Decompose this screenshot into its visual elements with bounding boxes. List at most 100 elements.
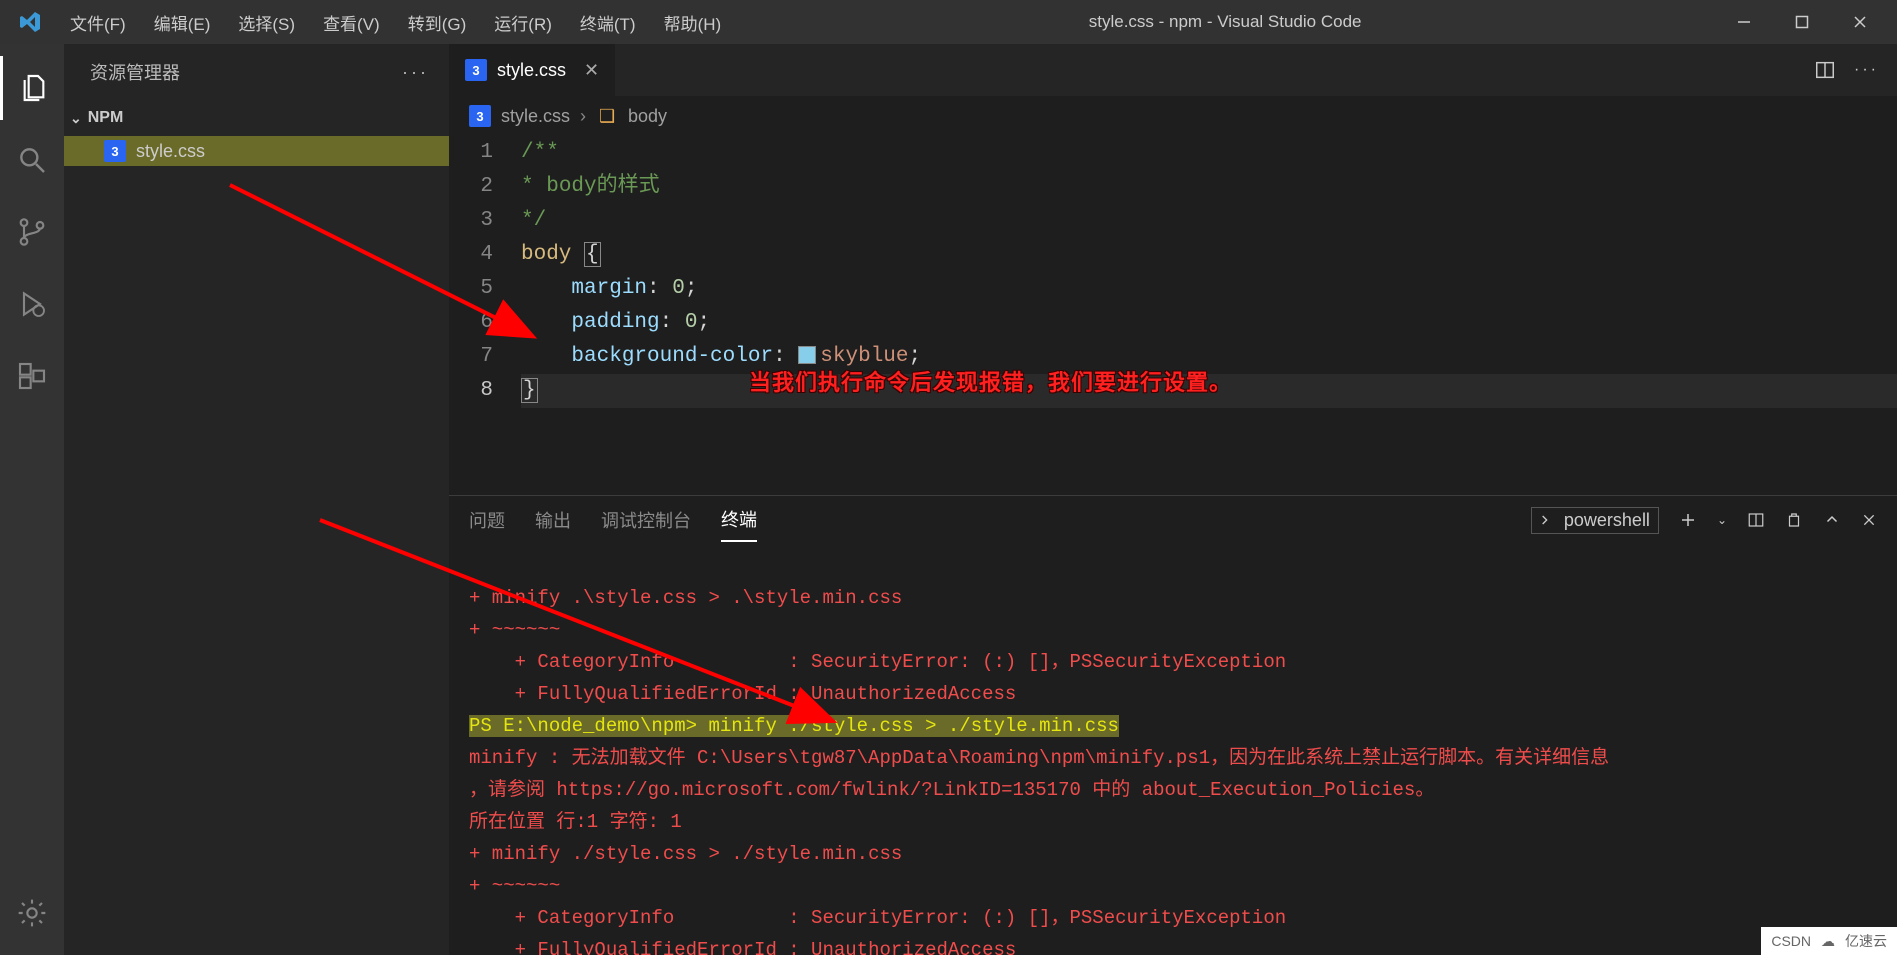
menu-view[interactable]: 查看(V) [309, 4, 394, 41]
extensions-icon [16, 360, 48, 392]
vscode-logo-icon [16, 8, 44, 36]
css-file-icon: 3 [469, 105, 491, 127]
panel-tab-debug-console[interactable]: 调试控制台 [601, 499, 691, 541]
window-title: style.css - npm - Visual Studio Code [735, 12, 1715, 32]
tab-close-button[interactable]: ✕ [584, 60, 599, 81]
terminal-line: + FullyQualifiedErrorId : UnauthorizedAc… [469, 683, 1016, 705]
menu-help[interactable]: 帮助(H) [650, 4, 736, 41]
activity-settings[interactable] [0, 881, 64, 945]
editor-tabs: 3 style.css ✕ ··· [449, 44, 1897, 96]
menu-goto[interactable]: 转到(G) [394, 4, 481, 41]
bottom-panel: 问题 输出 调试控制台 终端 powershell ⌄ [449, 495, 1897, 955]
terminal-shell-indicator[interactable]: powershell [1531, 507, 1659, 534]
explorer-more-icon[interactable]: ··· [402, 62, 429, 83]
more-actions-icon[interactable]: ··· [1854, 61, 1879, 79]
code-text: 0 [672, 277, 685, 300]
terminal-line: + CategoryInfo : SecurityError: (:) []，P… [469, 907, 1286, 929]
activity-bar [0, 44, 64, 955]
window-maximize-button[interactable] [1773, 0, 1831, 44]
file-tree-item[interactable]: 3 style.css [64, 136, 449, 166]
code-text: padding [571, 311, 659, 334]
title-bar: 文件(F) 编辑(E) 选择(S) 查看(V) 转到(G) 运行(R) 终端(T… [0, 0, 1897, 44]
panel-tab-terminal[interactable]: 终端 [721, 498, 757, 542]
menu-terminal[interactable]: 终端(T) [566, 4, 650, 41]
line-number-gutter: 12345678 [449, 136, 521, 495]
file-name: style.css [136, 141, 205, 162]
folder-name: NPM [88, 109, 124, 127]
editor-group: 3 style.css ✕ ··· 3 style.css › ❑ body 1… [449, 44, 1897, 955]
activity-source-control[interactable] [0, 200, 64, 264]
css-file-icon: 3 [104, 140, 126, 162]
watermark-yisu: 亿速云 [1845, 931, 1887, 951]
chevron-down-icon: ⌄ [70, 110, 82, 127]
terminal-line: minify : [469, 747, 572, 769]
gear-icon [16, 897, 48, 929]
explorer-header: 资源管理器 ··· [64, 44, 449, 100]
window-controls [1715, 0, 1889, 44]
terminal-line: + FullyQualifiedErrorId : UnauthorizedAc… [469, 939, 1016, 955]
color-swatch-icon [798, 346, 816, 364]
branch-icon [16, 216, 48, 248]
symbol-icon: ❑ [596, 105, 618, 127]
terminal-maximize-button[interactable] [1823, 511, 1841, 529]
folder-section-header[interactable]: ⌄ NPM [64, 100, 449, 136]
files-icon [18, 72, 50, 104]
explorer-sidebar: 资源管理器 ··· ⌄ NPM 3 style.css [64, 44, 449, 955]
activity-extensions[interactable] [0, 344, 64, 408]
menu-run[interactable]: 运行(R) [480, 4, 566, 41]
code-text: background-color [571, 345, 773, 368]
terminal-content[interactable]: + minify .\style.css > .\style.min.css +… [449, 544, 1897, 955]
activity-search[interactable] [0, 128, 64, 192]
terminal-close-button[interactable] [1861, 512, 1877, 528]
terminal-line: + ~~~~~~ [469, 875, 560, 897]
terminal-dropdown-icon[interactable]: ⌄ [1717, 513, 1727, 527]
activity-run-debug[interactable] [0, 272, 64, 336]
menu-file[interactable]: 文件(F) [56, 4, 140, 41]
code-text: * [521, 175, 546, 198]
activity-explorer[interactable] [0, 56, 64, 120]
terminal-new-button[interactable] [1679, 511, 1697, 529]
code-editor[interactable]: 12345678 /** * body的样式 */ body { margin:… [449, 136, 1897, 495]
breadcrumb-file[interactable]: style.css [501, 106, 570, 127]
terminal-line: + ~~~~~~ [469, 619, 560, 641]
code-content[interactable]: /** * body的样式 */ body { margin: 0; paddi… [521, 136, 1897, 495]
code-text: body [521, 243, 571, 266]
search-icon [16, 144, 48, 176]
split-editor-icon[interactable] [1814, 59, 1836, 81]
play-bug-icon [16, 288, 48, 320]
window-close-button[interactable] [1831, 0, 1889, 44]
watermark-csdn: CSDN [1771, 933, 1811, 949]
panel-tab-bar: 问题 输出 调试控制台 终端 powershell ⌄ [449, 496, 1897, 544]
explorer-title: 资源管理器 [90, 59, 180, 85]
editor-tab-stylecss[interactable]: 3 style.css ✕ [449, 44, 616, 96]
terminal-line: + minify .\style.css > .\style.min.css [469, 587, 902, 609]
panel-tab-problems[interactable]: 问题 [469, 499, 505, 541]
watermark: CSDN ☁ 亿速云 [1761, 927, 1897, 955]
terminal-kill-button[interactable] [1785, 511, 1803, 529]
window-minimize-button[interactable] [1715, 0, 1773, 44]
code-text: skyblue [820, 345, 908, 368]
breadcrumb[interactable]: 3 style.css › ❑ body [449, 96, 1897, 136]
breadcrumb-symbol[interactable]: body [628, 106, 667, 127]
terminal-line: ，请参阅 https://go.microsoft.com/fwlink/?Li… [469, 779, 1434, 801]
terminal-line: + minify ./style.css > ./style.min.css [469, 843, 902, 865]
menu-edit[interactable]: 编辑(E) [140, 4, 225, 41]
cloud-icon: ☁ [1821, 933, 1835, 950]
shell-name: powershell [1564, 510, 1650, 531]
editor-actions: ··· [1814, 44, 1897, 96]
code-text: body的样式 [546, 175, 659, 198]
terminal-line: 无法加载文件 C:\Users\tgw87\AppData\Roaming\np… [572, 747, 1610, 769]
code-text: margin [571, 277, 647, 300]
code-text: */ [521, 209, 546, 232]
breadcrumb-separator-icon: › [580, 106, 586, 127]
code-text: /** [521, 141, 559, 164]
code-text: 0 [685, 311, 698, 334]
panel-tab-output[interactable]: 输出 [535, 499, 571, 541]
terminal-line: + CategoryInfo : SecurityError: (:) []，P… [469, 651, 1286, 673]
terminal-icon [1540, 512, 1556, 528]
menu-select[interactable]: 选择(S) [224, 4, 309, 41]
terminal-split-button[interactable] [1747, 511, 1765, 529]
tab-label: style.css [497, 60, 566, 81]
menu-bar: 文件(F) 编辑(E) 选择(S) 查看(V) 转到(G) 运行(R) 终端(T… [56, 4, 735, 41]
terminal-prompt: PS E:\node_demo\npm> [469, 715, 708, 737]
